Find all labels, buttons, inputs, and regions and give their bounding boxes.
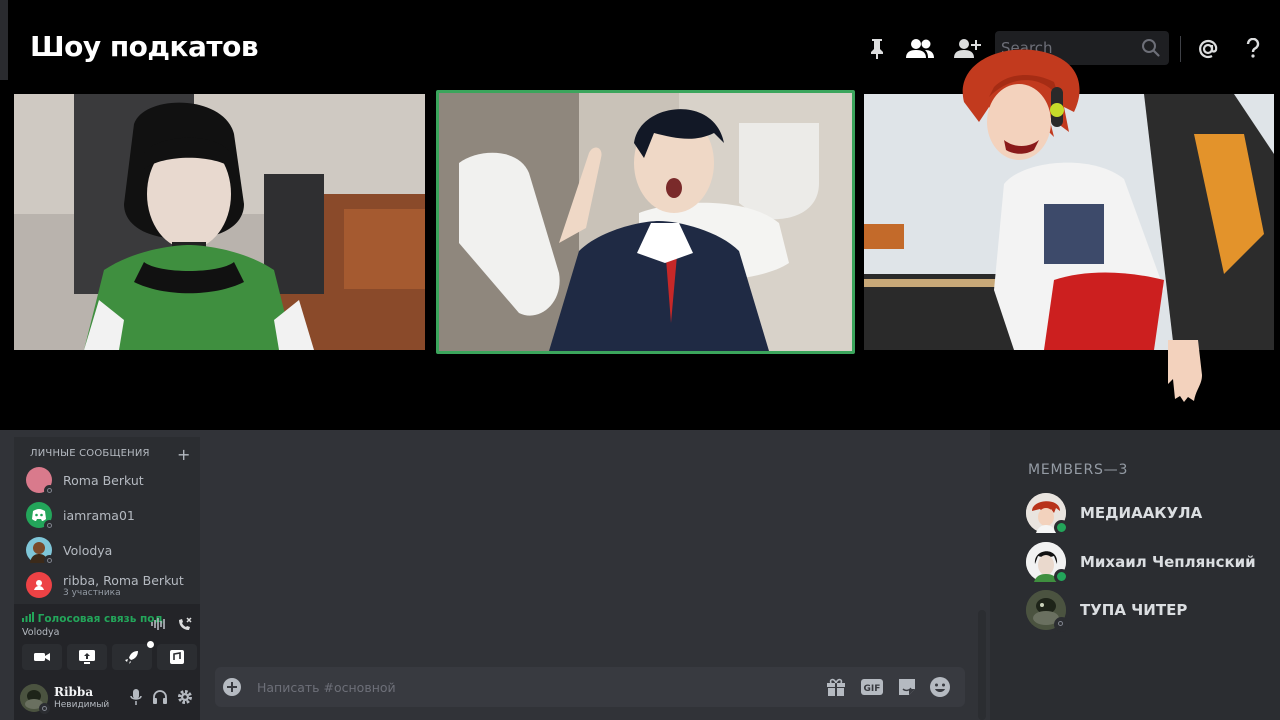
- user-avatar[interactable]: [20, 684, 50, 714]
- gif-icon[interactable]: GIF: [860, 676, 884, 698]
- user-name: Ribba: [54, 685, 94, 699]
- status-offline-icon: [44, 555, 55, 566]
- participant-video: [439, 93, 852, 351]
- member-item-mikhail[interactable]: Михаил Чеплянский: [1026, 542, 1266, 584]
- voice-status: Голосовая связь под: [22, 612, 163, 625]
- toolbar-divider: [1180, 36, 1181, 62]
- status-offline-icon: [44, 485, 55, 496]
- add-dm-button[interactable]: +: [177, 445, 190, 464]
- dm-item-roma-berkut[interactable]: Roma Berkut: [26, 465, 196, 496]
- emoji-icon[interactable]: [928, 676, 952, 698]
- avatar: [26, 467, 55, 496]
- dm-item-label: iamrama01: [63, 507, 135, 523]
- headphones-icon[interactable]: [150, 686, 170, 708]
- chat-scrollbar[interactable]: [978, 610, 986, 720]
- video-tile-1[interactable]: [14, 94, 425, 350]
- avatar: [1026, 590, 1069, 632]
- member-name: ТУПА ЧИТЕР: [1080, 601, 1188, 619]
- overflowing-avatar-head: [944, 42, 1084, 162]
- message-composer: [215, 667, 965, 707]
- avatar: [26, 572, 52, 598]
- settings-gear-icon[interactable]: [175, 686, 195, 708]
- members-icon[interactable]: [905, 33, 935, 65]
- overflowing-avatar-hand: [1160, 340, 1206, 402]
- dm-item-group[interactable]: ribba, Roma Berkut 3 участника: [26, 568, 196, 602]
- left-edge: [0, 0, 8, 80]
- member-name: МЕДИААКУЛА: [1080, 504, 1203, 522]
- screen-share-icon: [79, 650, 95, 664]
- video-tile-2-speaking[interactable]: [436, 90, 855, 354]
- user-status: Невидимый: [54, 700, 110, 710]
- microphone-icon[interactable]: [126, 686, 146, 708]
- gift-icon[interactable]: [824, 676, 848, 698]
- notification-dot: [147, 641, 154, 648]
- status-online-icon: [1054, 569, 1069, 584]
- avatar: [26, 502, 55, 531]
- search-icon: [1141, 38, 1161, 62]
- voice-channel-name[interactable]: Volodya: [22, 627, 60, 638]
- pin-icon[interactable]: [862, 33, 892, 65]
- help-icon[interactable]: [1238, 33, 1268, 65]
- dm-item-subtitle: 3 участника: [63, 587, 121, 598]
- status-invisible-icon: [39, 703, 50, 714]
- group-icon: [34, 580, 44, 590]
- dm-header: ЛИЧНЫЕ СООБЩЕНИЯ: [30, 448, 150, 459]
- dm-item-label: ribba, Roma Berkut: [63, 572, 184, 588]
- disconnect-icon[interactable]: [176, 614, 194, 634]
- discord-call-window: Шоу подкатов Search ЛИЧНЫЕ СООБЩЕНИЯ + R…: [0, 0, 1280, 720]
- avatar: [1026, 493, 1069, 535]
- dm-item-label: Volodya: [63, 542, 113, 558]
- soundboard-icon: [170, 650, 184, 664]
- signal-icon: [22, 612, 34, 622]
- member-item-mediaakula[interactable]: МЕДИААКУЛА: [1026, 493, 1266, 535]
- status-invisible-icon: [1054, 617, 1069, 632]
- screen-share-button[interactable]: [67, 644, 107, 670]
- rocket-icon: [125, 651, 138, 664]
- members-header: MEMBERS—3: [1028, 462, 1129, 478]
- message-input[interactable]: [257, 677, 797, 697]
- avatar: [26, 537, 55, 566]
- camera-button[interactable]: [22, 644, 62, 670]
- status-online-icon: [1054, 520, 1069, 535]
- noise-suppression-icon[interactable]: [150, 614, 168, 634]
- soundboard-button[interactable]: [157, 644, 197, 670]
- avatar: [1026, 542, 1069, 584]
- voice-status-text: Голосовая связь под: [37, 613, 163, 625]
- dm-item-label: Roma Berkut: [63, 472, 144, 488]
- camera-icon: [34, 653, 50, 661]
- mention-icon[interactable]: [1193, 33, 1223, 65]
- dm-item-iamrama01[interactable]: iamrama01: [26, 500, 196, 531]
- channel-title: Шоу подкатов: [30, 30, 259, 63]
- attach-plus-icon[interactable]: [220, 676, 244, 698]
- svg-text:GIF: GIF: [864, 684, 881, 694]
- sticker-icon[interactable]: [895, 676, 919, 698]
- participant-video: [14, 94, 425, 350]
- member-name: Михаил Чеплянский: [1080, 553, 1256, 571]
- dm-item-volodya[interactable]: Volodya: [26, 535, 196, 566]
- member-item-tupa-chiter[interactable]: ТУПА ЧИТЕР: [1026, 590, 1266, 632]
- status-offline-icon: [44, 520, 55, 531]
- activity-button[interactable]: [112, 641, 154, 670]
